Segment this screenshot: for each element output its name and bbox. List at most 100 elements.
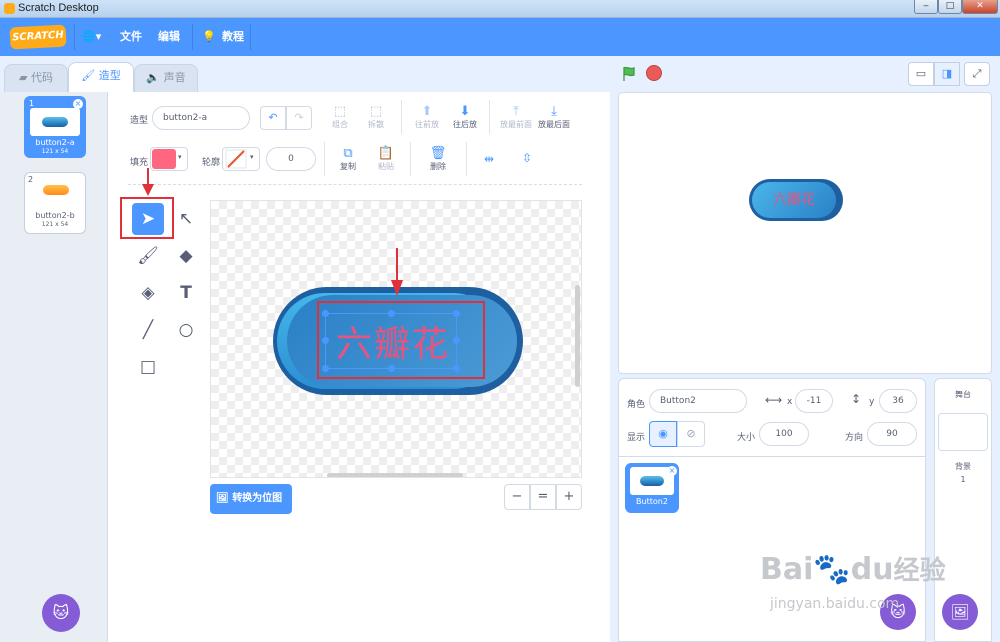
brush-icon: 🖌 <box>81 69 99 82</box>
brush-icon: 🖌 <box>137 246 159 266</box>
selection-handle[interactable] <box>322 365 329 372</box>
fill-tool[interactable]: ◈ <box>132 277 164 309</box>
costume-tile-2[interactable]: 2 button2-b 121 x 54 <box>24 172 86 234</box>
tab-costumes[interactable]: 🖌 造型 <box>68 62 134 92</box>
backward-button[interactable]: ⬇ 往后放 <box>450 104 480 130</box>
costume-list: 1 × button2-a 121 x 54 2 button2-b 121 x… <box>0 92 108 642</box>
costume-label: 造型 <box>130 116 149 126</box>
language-menu[interactable]: 🌐▾ <box>82 18 101 56</box>
delete-sprite-icon[interactable]: × <box>667 466 677 476</box>
close-button[interactable]: ✕ <box>962 0 998 14</box>
stop-button[interactable] <box>646 65 662 81</box>
direction-input[interactable]: 90 <box>867 422 917 446</box>
stage-thumbnail <box>938 413 988 451</box>
to-back-button[interactable]: ⤓ 放最后面 <box>536 104 572 130</box>
tab-sounds[interactable]: 🔈 声音 <box>134 64 198 92</box>
highlight-box <box>120 197 174 239</box>
small-stage-button[interactable]: ▭ <box>908 62 934 86</box>
circle-tool[interactable]: ○ <box>170 314 202 346</box>
sprite-tile-button2[interactable]: × Button2 <box>625 463 679 513</box>
redo-button[interactable]: ↷ <box>286 106 312 130</box>
brush-tool[interactable]: 🖌 <box>132 240 164 272</box>
zoom-reset-button[interactable]: = <box>530 484 556 510</box>
large-stage-button[interactable]: ◨ <box>934 62 960 86</box>
watermark: Bai🐾du经验 <box>760 552 946 587</box>
flip-vertical-icon[interactable]: ⇳ <box>522 151 532 165</box>
to-front-button[interactable]: ⤒ 放最前面 <box>498 104 534 130</box>
paste-button[interactable]: 📋 粘贴 <box>372 146 400 172</box>
stage-sprite-button[interactable]: 六瓣花 <box>749 179 843 221</box>
ungroup-button[interactable]: ⬚ 拆散 <box>362 104 390 130</box>
speaker-icon: 🔈 <box>146 71 164 84</box>
fill-swatch <box>152 149 176 169</box>
fullscreen-button[interactable]: ⤢ <box>964 62 990 86</box>
vertical-scrollbar[interactable] <box>575 285 580 387</box>
text-icon: T <box>180 283 192 303</box>
zoom-out-button[interactable]: − <box>504 484 530 510</box>
app-icon <box>4 3 15 14</box>
maximize-button[interactable]: □ <box>938 0 962 14</box>
outline-width-input[interactable]: 0 <box>266 147 316 171</box>
show-visible-button[interactable]: ◉ <box>649 421 677 447</box>
copy-button[interactable]: ⧉ 复制 <box>334 146 362 172</box>
y-input[interactable]: 36 <box>879 389 917 413</box>
zoom-in-button[interactable]: + <box>556 484 582 510</box>
paint-canvas[interactable]: 六瓣花 <box>210 200 582 478</box>
size-input[interactable]: 100 <box>759 422 809 446</box>
backdrops-label: 背景 <box>955 462 971 471</box>
annotation-arrow <box>142 168 154 196</box>
trash-icon: 🗑 <box>429 146 447 161</box>
show-label: 显示 <box>627 433 646 443</box>
costume-tile-1[interactable]: 1 × button2-a 121 x 54 <box>24 96 86 158</box>
choose-backdrop-button[interactable]: 🖼 <box>942 594 978 630</box>
stage[interactable]: 六瓣花 <box>618 92 992 374</box>
paw-icon: 🐾 <box>813 552 851 587</box>
lightbulb-icon: 💡 <box>202 30 216 43</box>
line-icon: ╱ <box>142 320 154 340</box>
delete-button[interactable]: 🗑 删除 <box>424 146 452 172</box>
green-flag-button[interactable] <box>622 66 638 81</box>
file-menu[interactable]: 文件 <box>120 18 142 56</box>
tab-code[interactable]: ▰ 代码 <box>4 64 68 92</box>
convert-bitmap-button[interactable]: 🖼 转换为位图 <box>210 484 292 514</box>
forward-button[interactable]: ⬆ 往前放 <box>412 104 442 130</box>
choose-costume-button[interactable]: 🐱 <box>42 594 80 632</box>
group-button[interactable]: ⬚ 组合 <box>326 104 354 130</box>
eraser-tool[interactable]: ◆ <box>170 240 202 272</box>
selection-handle[interactable] <box>322 310 329 317</box>
show-hidden-button[interactable]: ⊘ <box>677 421 705 447</box>
reshape-tool[interactable]: ↖ <box>170 203 202 235</box>
outline-label: 轮廓 <box>202 158 221 168</box>
canvas-text[interactable]: 六瓣花 <box>331 315 455 367</box>
tutorials-menu[interactable]: 教程 <box>222 18 244 56</box>
image-icon: 🖼 <box>216 493 233 504</box>
menu-bar: SCRATCH 🌐▾ 文件 编辑 💡 教程 <box>0 18 1000 56</box>
costume-name-input[interactable]: button2-a <box>152 106 250 130</box>
divider <box>74 24 75 50</box>
code-icon: ▰ <box>19 71 31 84</box>
outline-color-picker[interactable]: ▾ <box>222 147 260 171</box>
group-icon: ⬚ <box>333 104 347 119</box>
sprite-name-input[interactable]: Button2 <box>649 389 747 413</box>
line-tool[interactable]: ╱ <box>132 314 164 346</box>
arrow-bottom-icon: ⤓ <box>551 104 557 119</box>
rectangle-tool[interactable]: □ <box>132 351 164 383</box>
minimize-button[interactable]: ‒ <box>914 0 938 14</box>
window-title: Scratch Desktop <box>18 2 99 14</box>
undo-button[interactable]: ↶ <box>260 106 286 130</box>
scratch-logo[interactable]: SCRATCH <box>9 24 67 50</box>
horizontal-scrollbar[interactable] <box>327 473 463 477</box>
divider <box>250 24 251 50</box>
flip-horizontal-icon[interactable]: ⇹ <box>484 152 494 166</box>
edit-menu[interactable]: 编辑 <box>158 18 180 56</box>
eraser-icon: ◆ <box>179 246 193 266</box>
eye-icon: ◉ <box>658 427 668 440</box>
horizontal-arrows-icon: ⟷ <box>765 393 783 407</box>
text-tool[interactable]: T <box>170 277 202 309</box>
eye-off-icon: ⊘ <box>686 427 696 440</box>
sprite-label: 角色 <box>627 400 646 410</box>
x-input[interactable]: -11 <box>795 389 833 413</box>
stage-title: 舞台 <box>955 390 971 399</box>
arrow-up-icon: ⬆ <box>421 104 433 119</box>
selection-handle[interactable] <box>322 337 329 344</box>
